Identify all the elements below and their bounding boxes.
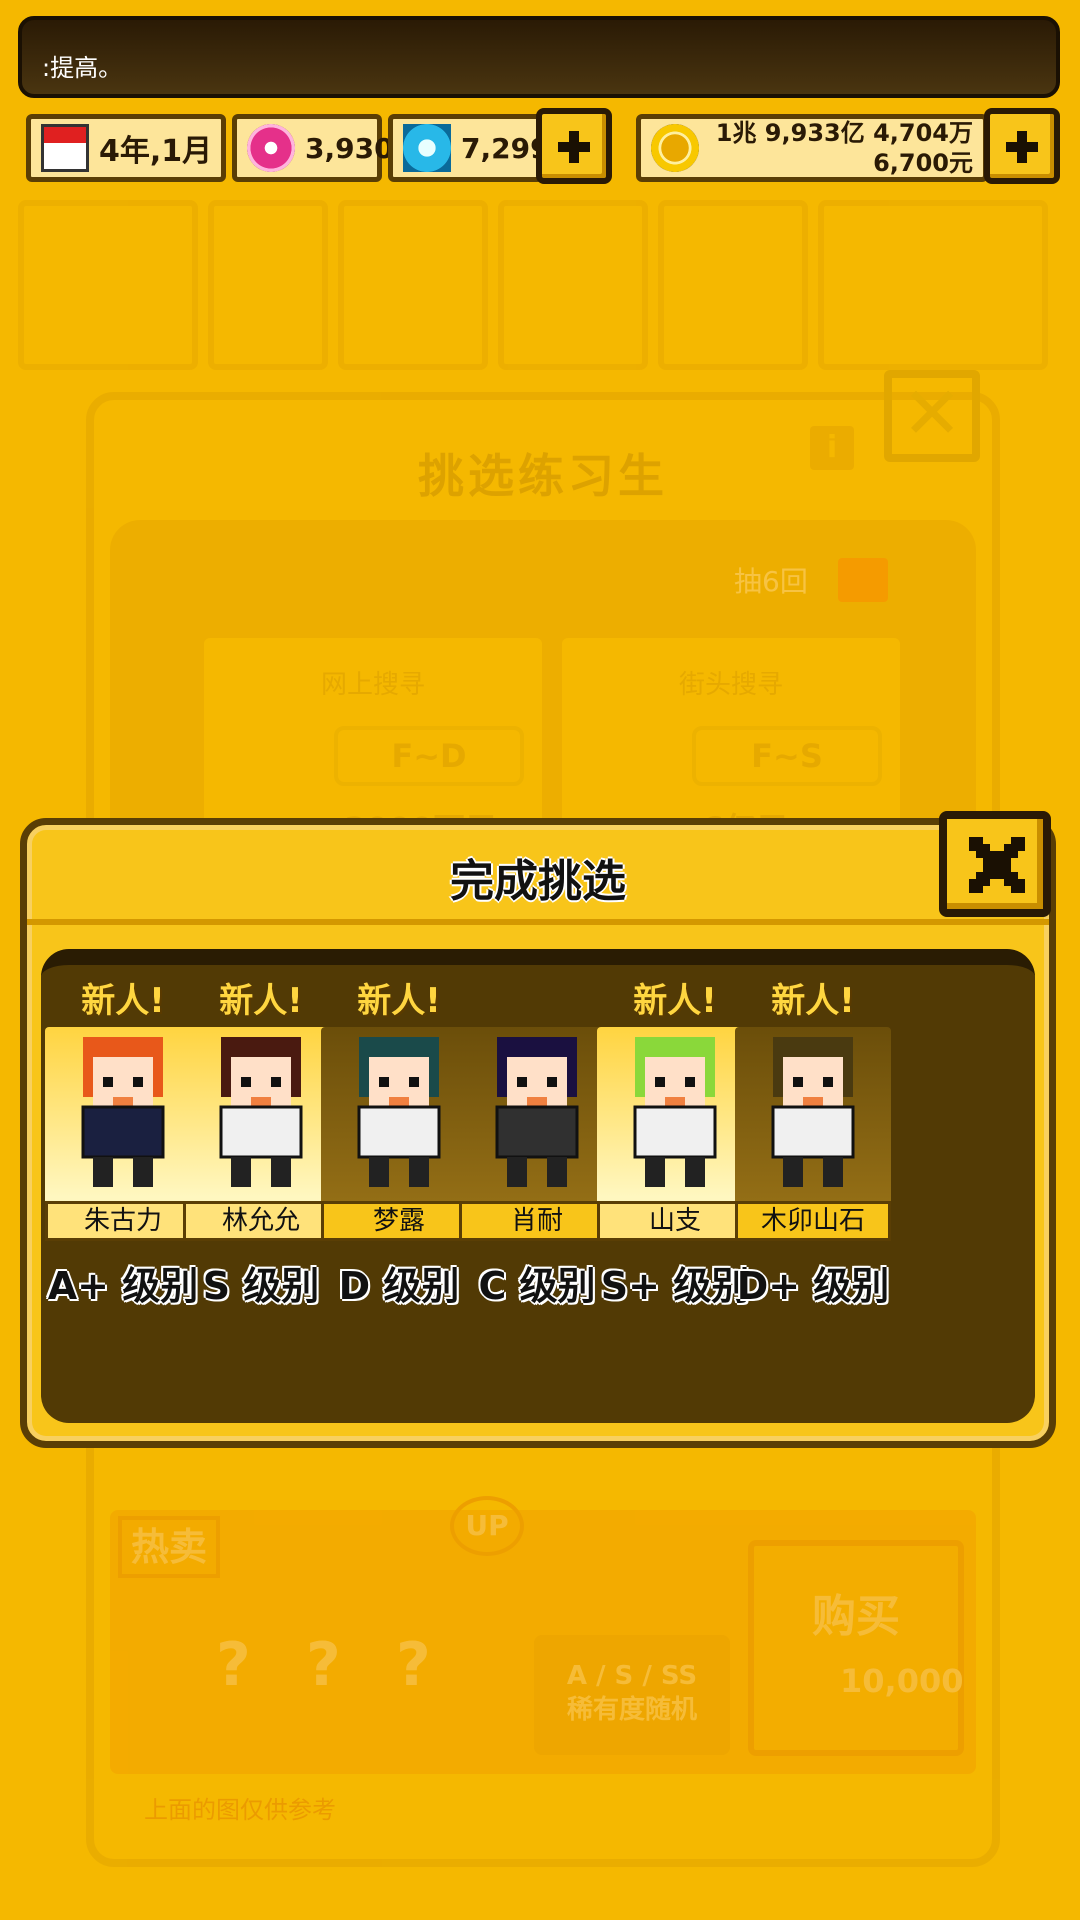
gem-counter: 3,930 (232, 114, 394, 182)
notice-bar: :提高。 (18, 16, 1060, 98)
background-tab (658, 200, 808, 370)
background-dialog-title: 挑选练习生 (418, 449, 668, 503)
info-icon: i (810, 426, 854, 470)
trainee-sprite-icon (771, 1037, 855, 1187)
rarity-range: A / S / SS (566, 1661, 698, 1691)
trainee-name: 山支 (597, 1201, 753, 1241)
resource-bar: 4年,1月 3,930 7,299 1兆 9,933亿 4,704万 6,700… (12, 108, 1070, 188)
dialog-title: 完成挑选 (450, 856, 626, 907)
shop-note: 上面的图仅供参考 (144, 1796, 336, 1824)
new-label: 新人! (219, 981, 303, 1021)
street-search-card: 街头搜寻 F~S 6亿元 (562, 638, 900, 848)
close-icon (969, 837, 1025, 893)
gem-value: 3,930 (305, 131, 394, 165)
trainee-sprite-icon (495, 1037, 579, 1187)
new-label: 新人! (357, 981, 441, 1021)
trainee-sprite-icon (633, 1037, 717, 1187)
background-close-icon: ✕ (884, 370, 980, 462)
add-money-button[interactable] (984, 108, 1060, 184)
buy-label: 购买 (812, 1591, 900, 1642)
trainee-name: 林允允 (183, 1201, 339, 1241)
buy-price: 10,000 (840, 1662, 964, 1700)
background-tabs (18, 200, 1062, 380)
background-tab (208, 200, 328, 370)
money-line-2: 6,700元 (873, 149, 973, 177)
dialog-header: 完成挑选 (27, 825, 1049, 925)
trainee-panel: 新人! 朱古力 A+ 级别 新人! 林允允 S 级别 新人! 梦露 D 级别 肖耐 C 级别 新人! 山… (41, 949, 1035, 1423)
new-label: 新人! (633, 981, 717, 1021)
online-search-range: F~D (334, 726, 524, 786)
new-label: 新人! (771, 981, 855, 1021)
date-value: 4年,1月 (99, 134, 213, 169)
trainee-sprite-icon (219, 1037, 303, 1187)
up-badge: UP (450, 1496, 524, 1556)
date-display: 4年,1月 (26, 114, 226, 182)
trainee-sprite-icon (81, 1037, 165, 1187)
notice-text: :提高。 (42, 54, 123, 82)
draw-count-label: 抽6回 (734, 565, 808, 598)
trainee-list: 新人! 朱古力 A+ 级别 新人! 林允允 S 级别 新人! 梦露 D 级别 肖耐 C 级别 新人! 山… (41, 965, 1035, 1308)
mystery-silhouette: ? (306, 1630, 341, 1700)
background-tab (818, 200, 1048, 370)
coin-icon (651, 124, 699, 172)
add-diamond-button[interactable] (536, 108, 612, 184)
street-search-range: F~S (692, 726, 882, 786)
trainee-name: 肖耐 (459, 1201, 615, 1241)
selection-complete-dialog: 完成挑选 新人! 朱古力 A+ 级别 新人! 林允允 S 级别 新人! 梦露 D 级别 肖耐 C 级… (20, 811, 1056, 1448)
trainee-sprite-icon (357, 1037, 441, 1187)
rarity-random-label: 稀有度随机 (566, 1695, 697, 1725)
rarity-random-box: A / S / SS 稀有度随机 (534, 1635, 730, 1755)
background-shop: 热卖 UP ? ? ? A / S / SS 稀有度随机 购买 10,000 (110, 1496, 976, 1774)
background-tab (498, 200, 648, 370)
background-tab (18, 200, 198, 370)
trainee-name: 梦露 (321, 1201, 477, 1241)
background-tab (338, 200, 488, 370)
trainee-grade: D+ 级别 (736, 1264, 890, 1308)
draw-toggle (838, 558, 888, 602)
mystery-silhouette: ? (216, 1630, 251, 1700)
trainee-name: 朱古力 (45, 1201, 201, 1241)
hot-sale-badge: 热卖 (118, 1516, 220, 1578)
money-counter: 1兆 9,933亿 4,704万 6,700元 (636, 114, 988, 182)
trainee-name: 木卯山石 (735, 1201, 891, 1241)
new-label: 新人! (81, 981, 165, 1021)
calendar-icon (41, 124, 89, 172)
mystery-silhouette: ? (396, 1630, 431, 1700)
street-search-label: 街头搜寻 (678, 670, 783, 700)
diamond-counter: 7,299 (388, 114, 550, 182)
diamond-icon (403, 124, 451, 172)
close-button[interactable] (939, 811, 1051, 917)
online-search-label: 网上搜寻 (320, 670, 425, 700)
background-buy-button: 购买 10,000 (748, 1540, 964, 1756)
online-search-card: 网上搜寻 F~D 3000万元 (204, 638, 542, 848)
pink-gem-icon (247, 124, 295, 172)
money-line-1: 1兆 9,933亿 4,704万 (715, 119, 973, 147)
